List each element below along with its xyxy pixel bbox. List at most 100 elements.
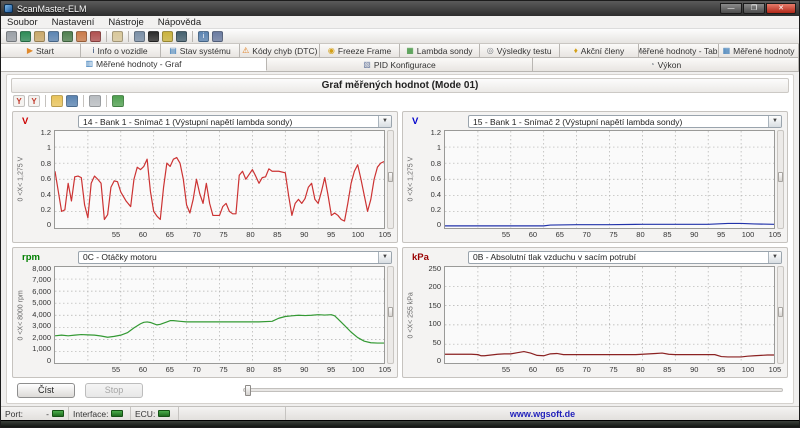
web-icon[interactable] (20, 31, 31, 42)
remove-graph-icon[interactable]: Y (28, 95, 40, 107)
clipboard-icon[interactable] (112, 31, 123, 42)
chart-panel-bank1-sensor2: V 15 - Bank 1 - Snímač 2 (Výstupní napět… (402, 111, 788, 243)
plot-area (444, 266, 775, 365)
tab-row-2: ▥Měřené hodnoty - Graf▧PID Konfigurace◔V… (1, 58, 799, 72)
y-tick-label: 4,000 (32, 312, 51, 318)
tab-lambda-sondy-icon: ▦ (406, 47, 414, 55)
terminal-icon[interactable] (148, 31, 159, 42)
pid-select[interactable]: 0C - Otáčky motoru ▼ (78, 251, 392, 264)
plot-area (54, 266, 385, 365)
vertical-scrollbar[interactable] (777, 266, 784, 365)
tab-start-icon: ▶ (27, 47, 33, 55)
message-icon[interactable] (134, 31, 145, 42)
info-icon[interactable]: i (198, 31, 209, 42)
chevron-down-icon[interactable]: ▼ (378, 252, 391, 263)
status-spacer (179, 407, 286, 420)
tab-vysledky-testu[interactable]: ◎Výsledky testu (480, 44, 560, 57)
pid-select[interactable]: 15 - Bank 1 - Snímač 2 (Výstupní napětí … (468, 115, 782, 128)
status-bar: Port: - Interface: ECU: www.wgsoft.de (1, 406, 799, 420)
y-tick-label: 3,000 (32, 323, 51, 329)
chevron-down-icon[interactable]: ▼ (378, 116, 391, 127)
save-icon[interactable] (66, 95, 78, 107)
chevron-down-icon[interactable]: ▼ (768, 116, 781, 127)
chart-panel-intake-pressure: kPa 0B - Absolutní tlak vzduchu v sacím … (402, 247, 788, 379)
print-icon[interactable] (89, 95, 101, 107)
tab-freeze-frame-icon: ◉ (328, 47, 335, 55)
slider-handle[interactable] (245, 385, 251, 396)
y-tick-label: 1 (437, 145, 441, 151)
pid-select[interactable]: 0B - Absolutní tlak vzduchu v sacím potr… (468, 251, 782, 264)
tab-vysledky-testu-icon: ◎ (487, 47, 494, 55)
open-icon[interactable] (51, 95, 63, 107)
tab-lambda-sondy-label: Lambda sondy (417, 46, 473, 56)
tab-merene-hodnoty-tabulka[interactable]: ▦Měřené hodnoty - Tabulka (639, 44, 719, 57)
tab-freeze-frame-label: Freeze Frame (338, 46, 391, 56)
user-icon[interactable] (90, 31, 101, 42)
minimize-button[interactable]: — (720, 3, 742, 14)
tab-vysledky-testu-label: Výsledky testu (497, 46, 552, 56)
maximize-button[interactable]: ❐ (743, 3, 765, 14)
window-title: ScanMaster-ELM (17, 4, 87, 14)
tab-merene-hodnoty-graf-label: Měřené hodnoty - Graf (96, 59, 182, 69)
vertical-scrollbar[interactable] (387, 266, 394, 365)
toolbar-separator (106, 95, 107, 107)
vehicle-info-icon[interactable] (34, 31, 45, 42)
plot (55, 267, 384, 364)
ecu-label: ECU: (135, 409, 155, 419)
close-button[interactable]: ✕ (766, 3, 796, 14)
y-tick-label: 0.8 (41, 161, 51, 167)
battery-icon[interactable] (162, 31, 173, 42)
picture-icon[interactable] (76, 31, 87, 42)
tab-akcni-cleny[interactable]: ♦Akční členy (560, 44, 640, 57)
toolbar-separator (45, 95, 46, 107)
vertical-scrollbar[interactable] (777, 130, 784, 229)
tab-freeze-frame[interactable]: ◉Freeze Frame (320, 44, 400, 57)
add-graph-icon[interactable]: Y (13, 95, 25, 107)
tab-start[interactable]: ▶Start (1, 44, 81, 57)
tab-stav-systemu-label: Stav systému (180, 46, 231, 56)
tab-vykon-label: Výkon (658, 60, 682, 70)
tab-merene-hodnoty-label: Měřené hodnoty (733, 46, 794, 56)
chart-panel-engine-rpm: rpm 0C - Otáčky motoru ▼ 0 <X< 8000 rpm … (12, 247, 398, 379)
exit-icon[interactable] (212, 31, 223, 42)
y-axis-labels: 250200150100500 (416, 266, 444, 365)
tab-lambda-sondy[interactable]: ▦Lambda sondy (400, 44, 480, 57)
connect-icon[interactable] (6, 31, 17, 42)
wgsoft-link[interactable]: www.wgsoft.de (510, 409, 575, 419)
title-bar: ScanMaster-ELM — ❐ ✕ (1, 1, 799, 16)
app-window: ScanMaster-ELM — ❐ ✕ Soubor Nastavení Nást… (0, 0, 800, 428)
tab-pid-konfigurace-icon: ▧ (363, 61, 371, 69)
chevron-down-icon[interactable]: ▼ (768, 252, 781, 263)
tab-info-o-vozidle[interactable]: iInfo o vozidle (81, 44, 161, 57)
tab-kody-chyb[interactable]: ⚠Kódy chyb (DTC) (240, 44, 320, 57)
menu-nastroje[interactable]: Nástroje (108, 17, 143, 28)
vertical-scrollbar[interactable] (387, 130, 394, 229)
tab-merene-hodnoty-graf[interactable]: ▥Měřené hodnoty - Graf (1, 58, 267, 71)
range-label: 0 <X< 8000 rpm (16, 266, 26, 365)
menu-soubor[interactable]: Soubor (7, 17, 38, 28)
pid-select-value: 14 - Bank 1 - Snímač 1 (Výstupní napětí … (83, 117, 292, 127)
export-icon[interactable] (112, 95, 124, 107)
tab-stav-systemu[interactable]: ▤Stav systému (161, 44, 241, 57)
tab-merene-hodnoty[interactable]: ▦Měřené hodnoty (719, 44, 799, 57)
y-tick-label: 0 (47, 358, 51, 364)
table-icon[interactable] (48, 31, 59, 42)
pid-select[interactable]: 14 - Bank 1 - Snímač 1 (Výstupní napětí … (78, 115, 392, 128)
tab-pid-konfigurace[interactable]: ▧PID Konfigurace (267, 58, 533, 71)
tab-vykon[interactable]: ◔Výkon (533, 58, 799, 71)
graph-icon[interactable] (62, 31, 73, 42)
tab-merene-hodnoty-graf-icon: ▥ (85, 60, 93, 68)
tab-akcni-cleny-icon: ♦ (574, 47, 578, 55)
timeline-slider[interactable] (243, 388, 783, 392)
read-button[interactable]: Číst (17, 383, 75, 398)
y-axis-labels: 8,0007,0006,0005,0004,0003,0002,0001,000… (26, 266, 54, 365)
y-tick-label: 50 (433, 340, 441, 346)
plot-area (444, 130, 775, 229)
globe-icon[interactable] (176, 31, 187, 42)
y-tick-label: 250 (428, 266, 441, 272)
menu-napoveda[interactable]: Nápověda (158, 17, 201, 28)
y-tick-label: 0.2 (41, 207, 51, 213)
menu-nastaveni[interactable]: Nastavení (52, 17, 95, 28)
y-tick-label: 6,000 (32, 289, 51, 295)
interface-label: Interface: (73, 409, 108, 419)
